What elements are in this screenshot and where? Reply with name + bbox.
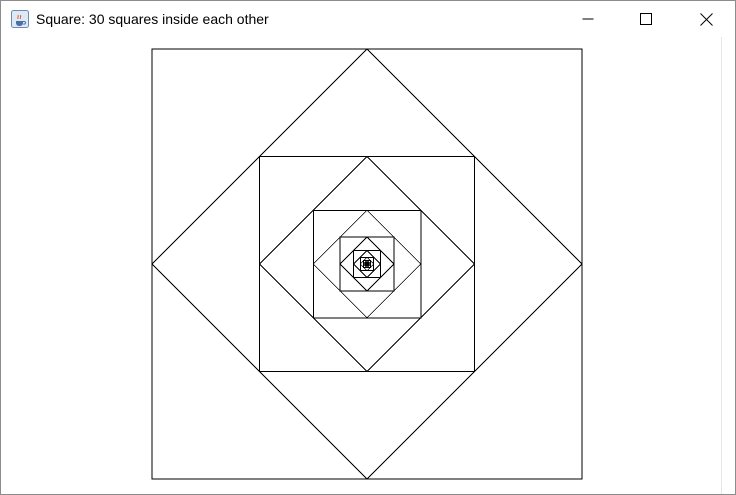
background-window-edge [721,37,735,494]
minimize-button[interactable] [559,1,617,37]
minimize-icon [582,18,594,20]
nested-squares-drawing [151,48,583,480]
window-title: Square: 30 squares inside each other [36,11,269,27]
maximize-icon [640,13,652,25]
app-window: Square: 30 squares inside each other [0,0,736,495]
close-icon [699,12,713,26]
close-button[interactable] [677,1,735,37]
drawing-canvas [1,37,735,494]
java-cup-icon [11,10,29,28]
title-bar[interactable]: Square: 30 squares inside each other [1,1,735,37]
maximize-button[interactable] [617,1,675,37]
